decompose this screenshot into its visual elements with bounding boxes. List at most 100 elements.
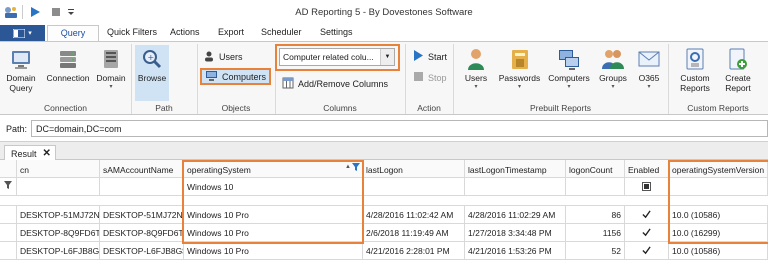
filter-cell-lastlogon[interactable] bbox=[363, 178, 465, 196]
prebuilt-o365-button[interactable]: O365 ▾ bbox=[634, 45, 664, 101]
prebuilt-groups-button[interactable]: Groups ▾ bbox=[596, 45, 630, 101]
cell-enabled[interactable] bbox=[625, 224, 669, 242]
group-label-action: Action bbox=[417, 103, 441, 113]
cell-lastlogon: 4/28/2016 11:02:42 AM bbox=[363, 206, 465, 224]
result-tab-strip: Result ✕ bbox=[0, 142, 768, 161]
column-header-lastlogontimestamp[interactable]: lastLogonTimestamp bbox=[465, 160, 566, 178]
filter-row-icon bbox=[0, 178, 17, 196]
app-menu-icon bbox=[13, 28, 26, 38]
table-row[interactable]: DESKTOP-51MJ72N DESKTOP-51MJ72N$ Windows… bbox=[0, 206, 768, 224]
cell-operatingsystemversion: 10.0 (16299) bbox=[669, 224, 768, 242]
cell-lastlogon: 4/21/2016 2:28:01 PM bbox=[363, 242, 465, 260]
path-label: Path: bbox=[6, 124, 28, 134]
create-report-button[interactable]: Create Report bbox=[720, 45, 756, 101]
domain-query-icon bbox=[10, 45, 32, 73]
cell-samaccountname: DESKTOP-51MJ72N$ bbox=[100, 206, 184, 224]
column-header-logoncount[interactable]: logonCount bbox=[566, 160, 625, 178]
sort-ascending-icon: ▲ bbox=[345, 164, 351, 170]
tab-scheduler[interactable]: Scheduler bbox=[261, 27, 302, 37]
tab-quick-filters[interactable]: Quick Filters bbox=[107, 27, 157, 37]
cell-enabled[interactable] bbox=[625, 206, 669, 224]
filter-cell-cn[interactable] bbox=[17, 178, 100, 196]
prebuilt-passwords-button[interactable]: Passwords ▾ bbox=[497, 45, 542, 101]
browse-button[interactable]: + Browse bbox=[135, 45, 169, 101]
filter-cell-lastlogontimestamp[interactable] bbox=[465, 178, 566, 196]
groups-icon bbox=[601, 45, 625, 73]
column-header-lastlogon[interactable]: lastLogon bbox=[363, 160, 465, 178]
column-preset-select[interactable]: Computer related colu... ▼ bbox=[279, 48, 395, 66]
cell-cn: DESKTOP-51MJ72N bbox=[17, 206, 100, 224]
group-label-custom-reports: Custom Reports bbox=[687, 103, 749, 113]
cell-enabled[interactable] bbox=[625, 242, 669, 260]
columns-icon bbox=[282, 77, 294, 91]
tab-actions[interactable]: Actions bbox=[170, 27, 200, 37]
add-remove-columns-button[interactable]: Add/Remove Columns bbox=[282, 75, 388, 92]
computers-object-button[interactable]: Computers bbox=[200, 68, 271, 85]
cell-logoncount: 1156 bbox=[566, 224, 625, 242]
group-label-connection: Connection bbox=[43, 103, 87, 113]
column-header-operatingsystem[interactable]: operatingSystem ▲ bbox=[184, 160, 363, 178]
custom-reports-icon bbox=[685, 45, 705, 73]
indeterminate-checkbox[interactable] bbox=[642, 182, 651, 191]
close-icon[interactable]: ✕ bbox=[43, 148, 51, 159]
cell-operatingsystemversion: 10.0 (10586) bbox=[669, 242, 768, 260]
stop-button[interactable]: Stop bbox=[413, 69, 447, 86]
custom-reports-button[interactable]: Custom Reports bbox=[674, 45, 716, 101]
cell-cn: DESKTOP-8Q9FD6T bbox=[17, 224, 100, 242]
checkmark-icon bbox=[642, 228, 651, 237]
app-menu-button[interactable]: ▾ bbox=[0, 25, 45, 41]
play-icon bbox=[413, 50, 424, 63]
domain-button[interactable]: Domain ▾ bbox=[95, 45, 127, 101]
title-bar: AD Reporting 5 - By Dovestones Software bbox=[0, 0, 768, 24]
column-header-samaccountname[interactable]: sAMAccountName bbox=[100, 160, 184, 178]
tab-query[interactable]: Query bbox=[47, 25, 99, 41]
table-row[interactable]: DESKTOP-L6FJB8G DESKTOP-L6FJB8G$ Windows… bbox=[0, 242, 768, 260]
prebuilt-users-button[interactable]: Users ▾ bbox=[460, 45, 492, 101]
users-icon bbox=[465, 45, 487, 73]
magnifier-icon: + bbox=[141, 45, 163, 73]
users-object-button[interactable]: Users bbox=[203, 48, 243, 65]
cell-logoncount: 52 bbox=[566, 242, 625, 260]
filter-cell-logoncount[interactable] bbox=[566, 178, 625, 196]
chevron-down-icon: ▾ bbox=[647, 84, 651, 90]
chevron-down-icon: ▾ bbox=[28, 30, 32, 37]
ribbon-tab-row: ▾ Query Quick Filters Actions Export Sch… bbox=[0, 24, 768, 41]
checkmark-icon bbox=[642, 210, 651, 219]
mail-icon bbox=[638, 45, 660, 73]
create-report-icon bbox=[728, 45, 748, 73]
table-row[interactable]: DESKTOP-8Q9FD6T DESKTOP-8Q9FD6T$ Windows… bbox=[0, 224, 768, 242]
tab-export[interactable]: Export bbox=[218, 27, 244, 37]
start-button[interactable]: Start bbox=[413, 48, 447, 65]
cell-lastlogontimestamp: 4/21/2016 1:53:26 PM bbox=[465, 242, 566, 260]
chevron-down-icon: ▾ bbox=[517, 84, 521, 90]
column-header-enabled[interactable]: Enabled bbox=[625, 160, 669, 178]
cell-logoncount: 86 bbox=[566, 206, 625, 224]
cell-lastlogontimestamp: 4/28/2016 11:02:29 AM bbox=[465, 206, 566, 224]
chevron-down-icon[interactable]: ▼ bbox=[380, 49, 394, 65]
tab-settings[interactable]: Settings bbox=[320, 27, 353, 37]
computers-icon bbox=[557, 45, 581, 73]
chevron-down-icon: ▾ bbox=[474, 84, 478, 90]
group-label-objects: Objects bbox=[221, 103, 251, 113]
column-header-operatingsystemversion[interactable]: operatingSystemVersion bbox=[669, 160, 768, 178]
filter-cell-operatingsystemversion[interactable] bbox=[669, 178, 768, 196]
domain-query-button[interactable]: Domain Query bbox=[3, 45, 39, 101]
filter-cell-samaccountname[interactable] bbox=[100, 178, 184, 196]
grid-filter-row: Windows 10 bbox=[0, 178, 768, 196]
group-label-path: Path bbox=[155, 103, 173, 113]
prebuilt-computers-button[interactable]: Computers ▾ bbox=[547, 45, 591, 101]
checkmark-icon bbox=[642, 246, 651, 255]
filter-icon[interactable] bbox=[352, 163, 360, 173]
filter-cell-operatingsystem[interactable]: Windows 10 bbox=[184, 178, 363, 196]
group-label-prebuilt-reports: Prebuilt Reports bbox=[530, 103, 591, 113]
computer-icon bbox=[205, 70, 218, 84]
result-tab[interactable]: Result ✕ bbox=[4, 145, 56, 161]
connection-icon bbox=[57, 45, 79, 73]
cell-samaccountname: DESKTOP-8Q9FD6T$ bbox=[100, 224, 184, 242]
connection-button[interactable]: Connection bbox=[44, 45, 92, 101]
column-header-cn[interactable]: cn bbox=[17, 160, 100, 178]
filter-cell-enabled[interactable] bbox=[625, 178, 669, 196]
svg-text:+: + bbox=[148, 53, 155, 62]
path-input[interactable]: DC=domain,DC=com bbox=[31, 120, 768, 137]
results-grid: cn sAMAccountName operatingSystem ▲ last… bbox=[0, 160, 768, 260]
